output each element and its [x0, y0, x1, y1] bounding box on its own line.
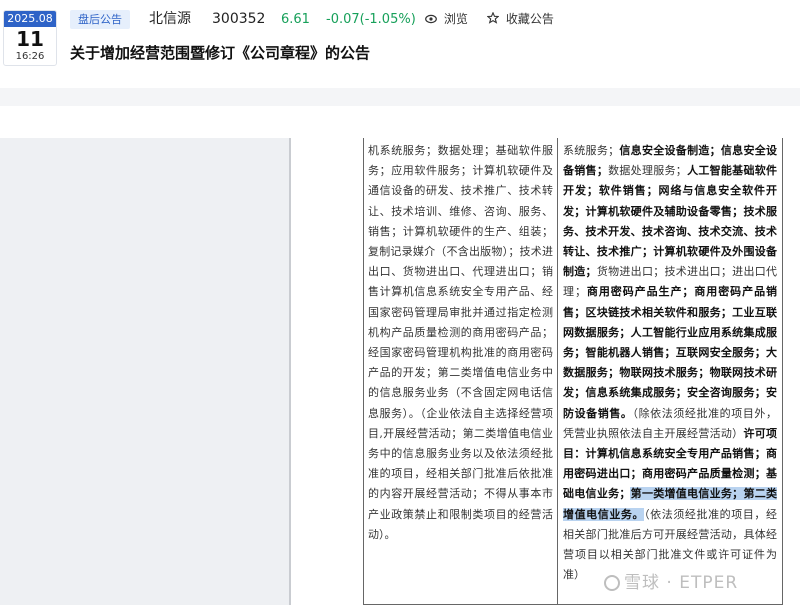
- star-icon: [486, 11, 503, 26]
- stock-price: 6.61: [281, 12, 310, 27]
- scope-segment: 系统服务；: [563, 144, 620, 157]
- header-separator: [0, 88, 800, 106]
- date-day: 11: [16, 27, 44, 51]
- date-time: 16:26: [15, 51, 45, 62]
- favorite-label: 收藏公告: [505, 12, 554, 26]
- document-page-background: [0, 138, 289, 605]
- watermark-text: 雪球 · ETPER: [624, 573, 739, 593]
- stock-change: -0.07(-1.05%): [326, 12, 416, 27]
- announcement-title: 关于增加经营范围暨修订《公司章程》的公告: [70, 44, 371, 62]
- table-column-divider: [557, 138, 558, 605]
- browse-button[interactable]: 浏览: [425, 10, 468, 29]
- scope-segment: 数据处理服务；: [607, 164, 687, 178]
- watermark: 雪球 · ETPER: [604, 568, 738, 593]
- table-cell-revised-scope: 系统服务；信息安全设备制造；信息安全设备销售；数据处理服务；人工智能基础软件开发…: [563, 141, 777, 585]
- favorite-button[interactable]: 收藏公告: [486, 10, 554, 29]
- stock-code[interactable]: 300352: [212, 10, 265, 29]
- announcement-type-tag: 盘后公告: [70, 10, 130, 29]
- table-cell-original-scope: 机系统服务；数据处理；基础软件服务；应用软件服务；计算机软硬件及通信设备的研发、…: [368, 144, 553, 541]
- stock-name-link[interactable]: 北信源: [149, 10, 191, 29]
- date-badge: 2025.08 11 16:26: [3, 10, 57, 66]
- snowball-logo-icon: [604, 575, 620, 591]
- announcement-header: 2025.08 11 16:26 盘后公告 北信源 300352 6.61 -0…: [0, 0, 800, 88]
- eye-icon: [425, 12, 441, 26]
- date-year-month: 2025.08: [4, 11, 56, 27]
- browse-label: 浏览: [443, 12, 468, 26]
- scope-segment-bold: 商用密码产品生产；商用密码产品销售；区块链技术相关软件和服务；工业互联网数据服务…: [563, 285, 778, 420]
- document-page-edge: [289, 138, 291, 605]
